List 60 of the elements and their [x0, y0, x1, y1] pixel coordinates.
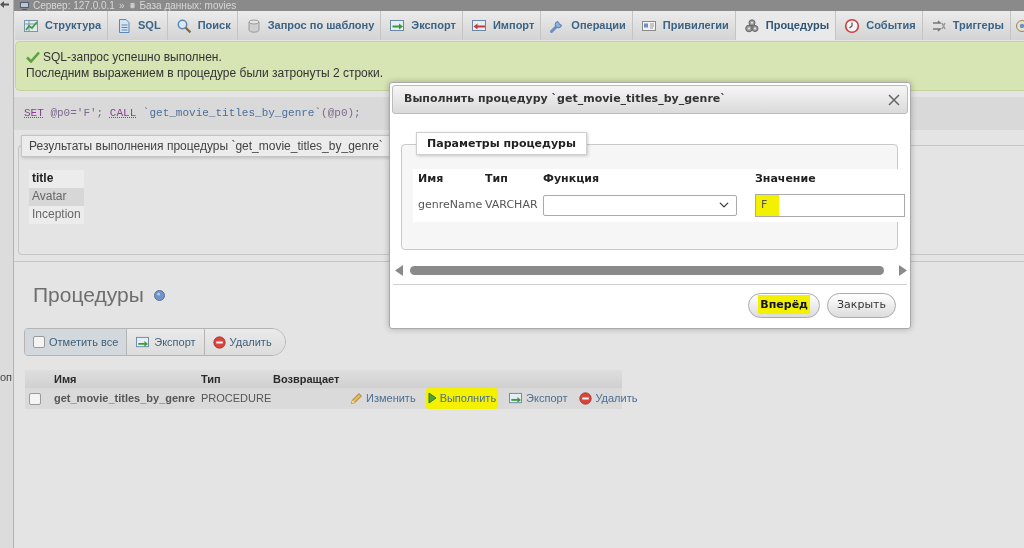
export-button[interactable]: Экспорт [127, 329, 205, 355]
breadcrumb-separator: » [118, 0, 125, 11]
message-title: SQL-запрос успешно выполнен. [43, 49, 222, 65]
panel-legend: Результаты выполнения процедуры `get_movie_titles_by_genre` [21, 135, 391, 157]
column-header: Тип [197, 370, 269, 388]
export-link[interactable]: Экспорт [506, 388, 570, 409]
breadcrumb-link[interactable]: Сервер: 127.0.0.1 [33, 0, 115, 11]
tab[interactable]: Процедуры [735, 11, 837, 40]
row-checkbox[interactable] [29, 393, 41, 406]
play-icon [427, 392, 437, 405]
execute-link[interactable]: Выполнить [425, 388, 499, 409]
column-header: Имя [50, 370, 197, 388]
value-field[interactable]: F [755, 193, 905, 217]
pencil-icon [350, 392, 363, 405]
close-button[interactable]: Закрыть [827, 293, 896, 318]
delete-button[interactable]: Удалить [204, 329, 285, 355]
column-header: Тип [484, 171, 509, 187]
submit-button[interactable]: Вперёд [748, 293, 820, 318]
dialog-title: Выполнить процедуру `get_movie_titles_by_genre` [404, 92, 726, 107]
arrows-icon [930, 17, 947, 34]
column-header: Имя [417, 171, 445, 187]
check-icon [26, 51, 40, 63]
cylinder-icon [128, 1, 136, 10]
column-header: title [29, 170, 84, 188]
table-cell: Inception [29, 206, 84, 224]
monitor-icon [20, 1, 29, 10]
edit-link[interactable]: Изменить [348, 388, 418, 409]
checkbox[interactable] [33, 336, 45, 348]
delete-link[interactable]: Удалить [577, 388, 640, 409]
column-header: Значение [754, 171, 817, 187]
table-icon [23, 17, 39, 34]
clock-icon [844, 17, 861, 34]
select-all-control[interactable]: Отметить все [25, 329, 128, 355]
page-icon [116, 17, 132, 34]
right-arrow-icon[interactable] [899, 264, 907, 276]
left-arrow-icon[interactable] [395, 264, 403, 276]
column-header: Функция [542, 171, 601, 187]
dialog-close-button[interactable] [886, 91, 902, 108]
column-header: Возвращает [269, 370, 344, 388]
no-entry-icon [212, 335, 226, 349]
left-arrow-icon[interactable] [0, 1, 9, 8]
search-icon [175, 17, 192, 34]
panel-legend: Параметры процедуры [416, 132, 587, 155]
table-cell: get_movie_titles_by_genre [50, 388, 197, 409]
cylinder-icon [245, 17, 262, 34]
table-cell-text: VARCHAR [484, 196, 538, 213]
function-select[interactable] [543, 194, 737, 216]
section-heading: Процедуры [33, 282, 144, 308]
close-icon [888, 93, 900, 106]
table-cell-text: genreName [417, 196, 480, 213]
table-cell: Avatar [29, 188, 84, 206]
help-icon[interactable] [153, 289, 165, 301]
sql-query: SET @p0='F'; CALL `get_movie_titles_by_genre`(@p0); [24, 106, 361, 121]
scrollbar-thumb[interactable] [410, 265, 884, 275]
gears-icon [743, 17, 760, 34]
no-entry-icon [579, 392, 593, 405]
table-cell: PROCEDURE [197, 388, 269, 409]
breadcrumb-link[interactable]: База данных: movies [139, 0, 237, 11]
panel-text: оп [0, 371, 13, 384]
message-text: Последним выражением в процедуре были затронуты 2 строки. [26, 65, 384, 81]
